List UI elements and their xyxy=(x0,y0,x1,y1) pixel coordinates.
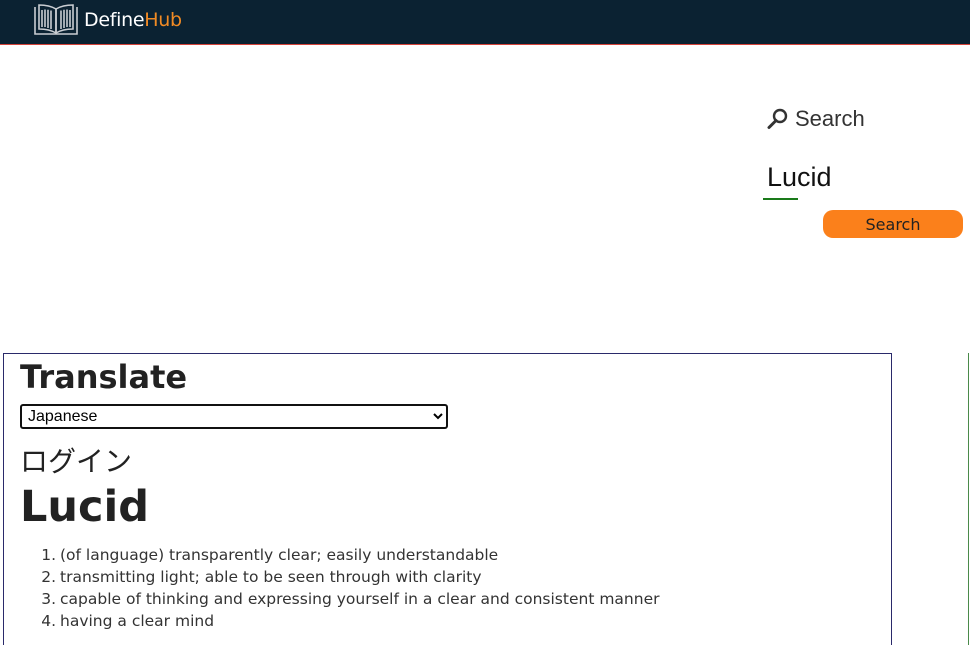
logo-text-hub: Hub xyxy=(144,9,182,31)
definition-item: 1. (of language) transparently clear; eas… xyxy=(20,544,880,566)
definition-number: 3. xyxy=(41,590,56,608)
definition-text: transmitting light; able to be seen thro… xyxy=(60,568,482,586)
translate-title: Translate xyxy=(20,358,188,396)
top-navbar: DefineHub xyxy=(0,0,970,45)
definition-text: (of language) transparently clear; easil… xyxy=(60,546,499,564)
definition-item: 3. capable of thinking and expressing you… xyxy=(20,588,880,610)
definition-item: 4. having a clear mind xyxy=(20,610,880,632)
search-input[interactable] xyxy=(763,155,963,199)
translated-text: ログイン xyxy=(20,445,133,478)
search-icon xyxy=(767,108,788,129)
search-button[interactable]: Search xyxy=(823,210,963,238)
language-select[interactable]: Japanese xyxy=(20,404,448,429)
definition-number: 4. xyxy=(41,612,56,630)
definition-number: 1. xyxy=(41,546,56,564)
definition-panel: Translate Japanese ログイン Lucid 1. (of lang… xyxy=(3,353,892,645)
logo-text-define: Define xyxy=(84,9,145,31)
site-logo[interactable]: DefineHub xyxy=(32,2,182,38)
logo-text: DefineHub xyxy=(84,9,182,31)
right-border-line xyxy=(968,353,969,645)
search-heading: Search xyxy=(767,106,865,132)
definition-item: 2. transmitting light; able to be seen th… xyxy=(20,566,880,588)
open-book-icon xyxy=(34,4,78,35)
definition-text: having a clear mind xyxy=(60,612,215,630)
search-input-underline xyxy=(763,198,798,200)
word-title: Lucid xyxy=(20,482,150,532)
definition-list: 1. (of language) transparently clear; eas… xyxy=(20,544,880,632)
definition-text: capable of thinking and expressing yours… xyxy=(60,590,660,608)
definition-number: 2. xyxy=(41,568,56,586)
search-heading-label: Search xyxy=(795,106,865,131)
